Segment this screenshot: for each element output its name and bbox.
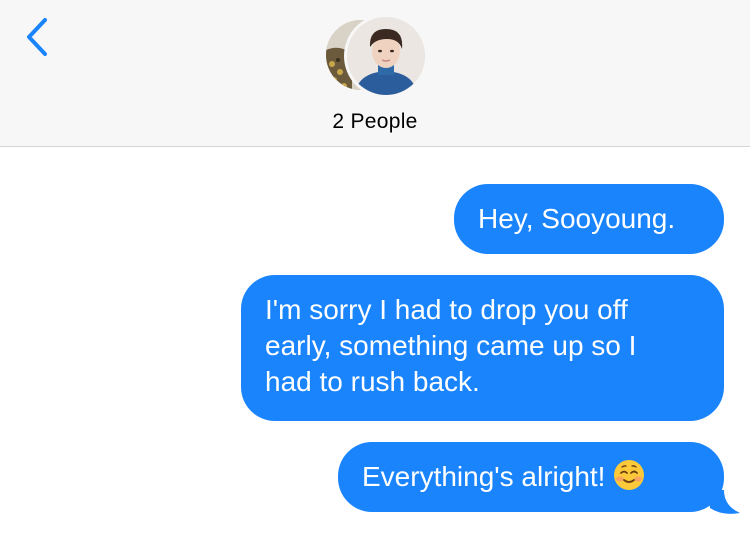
conversation-header: 2 People [0, 0, 750, 147]
message-tail [708, 490, 740, 514]
message-bubble-sent[interactable]: Hey, Sooyoung. [454, 184, 724, 254]
message-bubble-sent[interactable]: I'm sorry I had to drop you off early, s… [241, 275, 724, 421]
back-button[interactable] [14, 14, 60, 60]
group-avatars[interactable] [322, 14, 428, 98]
message-bubble-sent[interactable]: Everything's alright! [338, 442, 724, 512]
smiling-face-icon [614, 460, 645, 490]
message-text: Hey, Sooyoung. [478, 203, 676, 234]
conversation-title[interactable]: 2 People [0, 110, 750, 134]
message-text: Everything's alright! [362, 461, 606, 492]
chevron-left-icon [27, 18, 47, 56]
message-text: I'm sorry I had to drop you off early, s… [265, 294, 637, 397]
avatar-primary [344, 14, 428, 98]
